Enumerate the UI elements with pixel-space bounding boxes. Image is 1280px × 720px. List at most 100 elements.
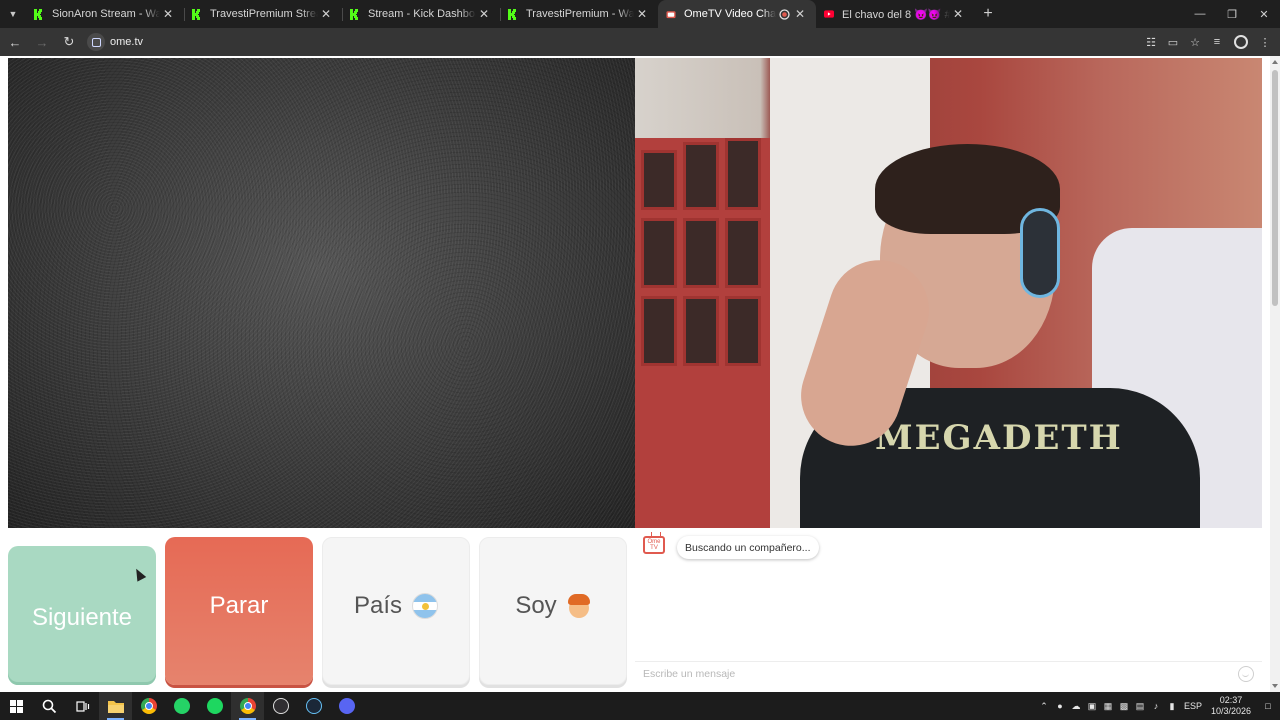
scroll-up-arrow-icon[interactable] — [1272, 60, 1278, 64]
whatsapp-icon[interactable] — [165, 692, 198, 720]
spotify-icon[interactable] — [198, 692, 231, 720]
close-window-icon[interactable]: ✕ — [1248, 0, 1280, 28]
restore-icon[interactable]: ❐ — [1216, 0, 1248, 28]
gender-button[interactable]: Soy — [479, 537, 627, 685]
battery-icon[interactable]: ▮ — [1164, 692, 1180, 720]
stop-button[interactable]: Parar — [165, 537, 313, 685]
kick-icon — [508, 8, 518, 20]
bookmark-star-icon[interactable]: ☆ — [1184, 31, 1206, 53]
tab-title: TravestiPremium - Watch clips o — [526, 8, 634, 20]
message-input[interactable] — [635, 663, 1238, 685]
video-window-frame — [635, 138, 770, 528]
chrome-icon[interactable] — [132, 692, 165, 720]
translate-icon[interactable]: ☷ — [1140, 31, 1162, 53]
profile-avatar-icon[interactable] — [1234, 35, 1248, 49]
recording-indicator-icon — [776, 6, 792, 22]
toolbar-actions: ☷ ▭ ☆ ≡ ⋮ — [1140, 31, 1280, 53]
argentina-flag-icon — [412, 593, 439, 619]
kick-icon — [192, 8, 202, 20]
boy-avatar-icon — [567, 593, 591, 619]
browser-tab[interactable]: TravestiPremium - Watch clips o ✕ — [500, 0, 658, 28]
tab-title: El chavo del 8 😈😈 #gym #gy — [842, 8, 950, 21]
browser-toolbar: ← → ↻ ome.tv ☷ ▭ ☆ ≡ ⋮ — [0, 28, 1280, 56]
tab-title: SionAron Stream - Watch Live o — [52, 8, 160, 20]
youtube-icon — [824, 9, 834, 20]
page-scrollbar[interactable] — [1270, 56, 1280, 692]
browser-tab[interactable]: Stream - Kick Dashboard ✕ — [342, 0, 500, 28]
onedrive-icon[interactable]: ☁ — [1068, 692, 1084, 720]
tray-app-icon[interactable]: ▦ — [1100, 692, 1116, 720]
address-text: ome.tv — [110, 36, 144, 48]
video-shirt-print: MEGADETH — [875, 418, 1123, 458]
volume-icon[interactable]: ♪ — [1148, 692, 1164, 720]
video-headphones — [1020, 208, 1060, 298]
clock-time: 02:37 — [1219, 695, 1243, 705]
chrome-active-icon[interactable] — [231, 692, 264, 720]
tray-overflow-chevron-icon[interactable]: ⌃ — [1036, 692, 1052, 720]
clock-date: 10/3/2026 — [1210, 706, 1252, 716]
browser-tab[interactable]: TravestiPremium Stream - Watc ✕ — [184, 0, 342, 28]
kick-icon — [350, 8, 360, 20]
emoji-icon[interactable] — [1238, 666, 1254, 682]
country-button-label: País — [353, 592, 403, 619]
windows-taskbar: ⌃ ● ☁ ▣ ▦ ▩ ▤ ♪ ▮ ESP 02:37 10/3/2026 □ — [0, 692, 1280, 720]
tray-app-icon[interactable]: ▩ — [1116, 692, 1132, 720]
chat-status-bubble: Buscando un compañero... — [677, 536, 819, 559]
new-tab-button[interactable]: + — [974, 0, 1002, 28]
ometv-icon — [666, 9, 676, 20]
self-camera-video: MEGADETH — [635, 58, 1262, 528]
steam-icon[interactable] — [297, 692, 330, 720]
reload-icon[interactable]: ↻ — [57, 30, 81, 54]
kick-icon — [34, 8, 44, 20]
site-info-icon[interactable] — [87, 33, 105, 51]
browser-tab[interactable]: SionAron Stream - Watch Live o ✕ — [26, 0, 184, 28]
scrollbar-thumb[interactable] — [1272, 70, 1278, 306]
windows-start-icon[interactable] — [0, 692, 33, 720]
tab-close-icon[interactable]: ✕ — [634, 6, 650, 22]
tab-title: OmeTV Video Chat — Ome — [684, 8, 776, 20]
back-arrow-icon[interactable]: ← — [3, 30, 27, 54]
message-composer — [635, 661, 1262, 686]
next-button[interactable]: Siguiente — [8, 546, 156, 685]
chat-status-text: Buscando un compañero... — [685, 541, 811, 554]
minimize-icon[interactable]: — — [1184, 0, 1216, 28]
browser-tab[interactable]: El chavo del 8 😈😈 #gym #gy ✕ — [816, 0, 974, 28]
stop-button-label: Parar — [209, 592, 269, 619]
next-button-label: Siguiente — [31, 603, 133, 631]
tab-close-icon[interactable]: ✕ — [160, 6, 176, 22]
notifications-icon[interactable]: □ — [1256, 692, 1280, 720]
search-icon[interactable] — [33, 692, 66, 720]
country-button[interactable]: País — [322, 537, 470, 685]
gender-button-label: Soy — [515, 592, 557, 619]
address-bar[interactable]: ome.tv — [87, 30, 1127, 54]
tab-close-icon[interactable]: ✕ — [318, 6, 334, 22]
stranger-video-static — [8, 58, 635, 528]
network-icon[interactable]: ▤ — [1132, 692, 1148, 720]
tab-close-icon[interactable]: ✕ — [476, 6, 492, 22]
microphone-icon[interactable]: ● — [1052, 692, 1068, 720]
tab-title: Stream - Kick Dashboard — [368, 8, 476, 20]
obs-icon[interactable] — [264, 692, 297, 720]
scroll-down-arrow-icon[interactable] — [1272, 684, 1278, 688]
cast-icon[interactable]: ▭ — [1162, 31, 1184, 53]
ometv-logo-icon: Ome TV — [643, 536, 665, 554]
language-indicator[interactable]: ESP — [1180, 692, 1206, 720]
clock[interactable]: 02:37 10/3/2026 — [1206, 692, 1256, 720]
file-explorer-icon[interactable] — [99, 692, 132, 720]
tab-close-icon[interactable]: ✕ — [792, 6, 808, 22]
tab-title: TravestiPremium Stream - Watc — [210, 8, 318, 20]
tray-app-icon[interactable]: ▣ — [1084, 692, 1100, 720]
tab-search-chevron-icon[interactable]: ▼ — [0, 0, 26, 28]
chat-panel: Ome TV Buscando un compañero... — [635, 528, 1262, 688]
discord-icon[interactable] — [330, 692, 363, 720]
browser-tab-strip: ▼ SionAron Stream - Watch Live o ✕ Trave… — [0, 0, 1280, 28]
window-controls: — ❐ ✕ — [1184, 0, 1280, 28]
tab-close-icon[interactable]: ✕ — [950, 6, 966, 22]
reading-list-icon[interactable]: ≡ — [1206, 31, 1228, 53]
ometv-page: MEGADETH Siguiente Parar País Soy Ome TV… — [0, 56, 1280, 692]
browser-tab-active[interactable]: OmeTV Video Chat — Ome ✕ — [658, 0, 816, 28]
task-view-icon[interactable] — [66, 692, 99, 720]
system-tray: ⌃ ● ☁ ▣ ▦ ▩ ▤ ♪ ▮ ESP 02:37 10/3/2026 □ — [1036, 692, 1280, 720]
browser-menu-icon[interactable]: ⋮ — [1254, 31, 1276, 53]
forward-arrow-icon[interactable]: → — [30, 30, 54, 54]
